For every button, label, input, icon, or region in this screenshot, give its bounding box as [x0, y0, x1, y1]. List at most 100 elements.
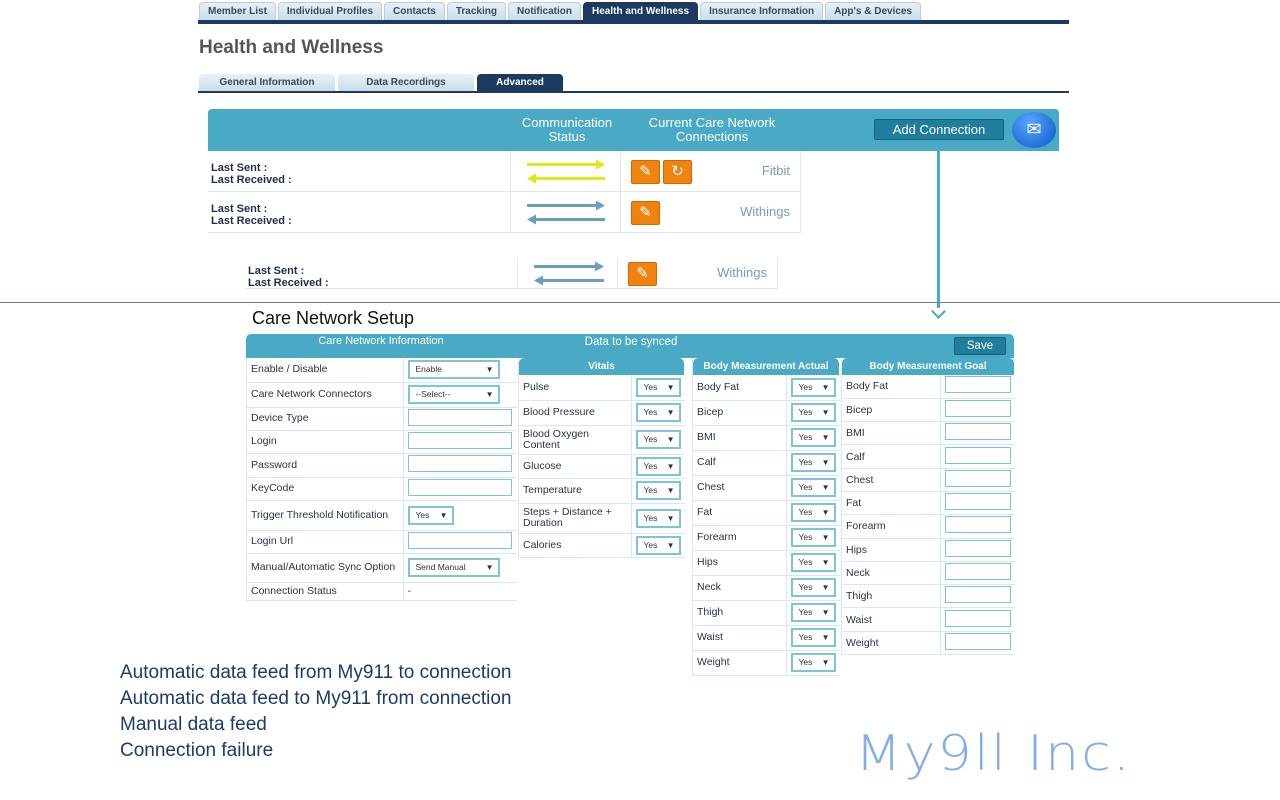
goal-value-cell [940, 421, 1015, 446]
sync-row: Forearm Yes [693, 525, 840, 551]
connection-cell: ✎ Withings [621, 192, 801, 232]
goal-label: Neck [842, 561, 941, 586]
pencil-icon[interactable]: ✎ [628, 261, 657, 286]
sync-label: Body Fat [693, 375, 787, 401]
text-input[interactable] [407, 478, 512, 496]
subtab-2[interactable]: Advanced [477, 74, 563, 92]
field-value-cell: - [403, 582, 517, 601]
tab-0[interactable]: Member List [199, 2, 276, 21]
legend-label: Connection failure [120, 740, 274, 761]
goal-input[interactable] [944, 469, 1011, 487]
goal-label: Body Fat [842, 375, 941, 399]
pencil-icon[interactable]: ✎ [631, 200, 660, 225]
yes-no-dropdown[interactable]: Yes [635, 481, 681, 500]
field-value-cell [403, 407, 517, 431]
connector-line [937, 140, 940, 308]
tab-5[interactable]: Health and Wellness [582, 2, 699, 21]
refresh-icon[interactable]: ↻ [663, 159, 692, 184]
goal-input[interactable] [944, 493, 1011, 511]
comm-status-arrows [511, 192, 621, 232]
yes-no-dropdown[interactable]: Yes [790, 553, 836, 572]
text-input[interactable] [407, 455, 512, 472]
connection-row: Last Sent : Last Received : ✎ Withings [208, 192, 801, 233]
goal-value-cell [940, 584, 1015, 609]
yes-no-dropdown[interactable]: Yes [635, 430, 681, 449]
sync-value-cell: Yes [786, 400, 840, 426]
yes-no-dropdown[interactable]: Yes [635, 535, 681, 555]
sync-value-cell: Yes [786, 500, 840, 526]
dropdown[interactable]: --Select-- [407, 385, 500, 404]
goal-input[interactable] [944, 376, 1011, 394]
envelope-icon[interactable]: ✉ [1012, 112, 1056, 148]
info-row: Care Network Connectors --Select-- [247, 382, 517, 408]
last-sent-label: Last Sent : [211, 203, 268, 215]
goal-input[interactable] [944, 446, 1011, 464]
goal-input[interactable] [944, 423, 1011, 441]
sync-label: Calories [519, 533, 632, 558]
yes-no-dropdown[interactable]: Yes [635, 456, 681, 476]
yes-no-dropdown[interactable]: Yes [790, 453, 836, 472]
yes-no-dropdown[interactable]: Yes [635, 403, 681, 422]
subtab-0[interactable]: General Information [199, 74, 335, 92]
goal-input[interactable] [944, 399, 1011, 417]
subtab-1[interactable]: Data Recordings [338, 74, 474, 92]
field-label: Enable / Disable [247, 358, 404, 383]
goal-input[interactable] [944, 563, 1011, 581]
yes-no-dropdown[interactable]: Yes [790, 528, 836, 547]
goal-value-cell [940, 561, 1015, 586]
sync-value-cell: Yes [631, 425, 685, 455]
yes-no-dropdown[interactable]: Yes [790, 377, 836, 397]
tab-6[interactable]: Insurance Information [700, 2, 824, 21]
legend-label: Automatic data feed to My911 from connec… [120, 688, 512, 709]
yes-no-dropdown[interactable]: Yes [790, 628, 836, 647]
info-row: Connection Status - [247, 582, 517, 601]
tab-4[interactable]: Notification [507, 2, 581, 21]
info-table: Enable / DisableEnableCare Network Conne… [246, 358, 517, 601]
text-input[interactable] [407, 408, 512, 426]
yes-no-dropdown[interactable]: Yes [790, 603, 836, 622]
yes-no-dropdown[interactable]: Yes [790, 478, 836, 497]
sync-row: BMI Yes [693, 425, 840, 451]
sync-row: Blood Pressure Yes [519, 400, 685, 426]
text-input[interactable] [407, 431, 512, 449]
tab-2[interactable]: Contacts [384, 2, 445, 21]
device-name[interactable]: Withings [717, 265, 767, 280]
sync-value-cell: Yes [786, 575, 840, 601]
yes-no-dropdown[interactable]: Yes [635, 508, 681, 528]
goal-input[interactable] [944, 609, 1011, 627]
dropdown[interactable]: Enable [407, 360, 500, 380]
dropdown[interactable]: Send Manual [407, 558, 500, 577]
sync-value-cell: Yes [786, 650, 840, 676]
field-value-cell: Enable [403, 358, 517, 383]
goal-row: BMI [842, 421, 1015, 446]
yes-no-dropdown[interactable]: Yes [790, 503, 836, 522]
yes-no-dropdown[interactable]: Yes [790, 428, 836, 447]
tab-1[interactable]: Individual Profiles [277, 2, 383, 21]
device-name[interactable]: Fitbit [762, 163, 790, 178]
save-button[interactable]: Save [954, 337, 1006, 355]
goal-input[interactable] [944, 539, 1011, 557]
connections-header: Communication Status Current Care Networ… [208, 109, 1059, 151]
sync-value-cell: Yes [786, 425, 840, 451]
text-input[interactable] [407, 531, 512, 549]
goal-input[interactable] [944, 516, 1011, 534]
actual-table: Body Measurement Actual Body FatYesBicep… [692, 358, 840, 676]
yes-no-dropdown[interactable]: Yes [790, 403, 836, 422]
yes-no-dropdown[interactable]: Yes [790, 653, 836, 672]
pencil-icon[interactable]: ✎ [631, 159, 660, 184]
status-value: - [407, 585, 412, 597]
goal-input[interactable] [944, 586, 1011, 604]
vitals-heading: Vitals [519, 358, 684, 375]
device-name[interactable]: Withings [740, 204, 790, 219]
tab-3[interactable]: Tracking [446, 2, 506, 21]
info-row: KeyCode [247, 477, 517, 501]
dropdown[interactable]: Yes [407, 505, 454, 525]
add-connection-button[interactable]: Add Connection [874, 119, 1004, 140]
yes-no-dropdown[interactable]: Yes [635, 377, 681, 397]
sync-row: Thigh Yes [693, 600, 840, 626]
yes-no-dropdown[interactable]: Yes [790, 578, 836, 597]
tab-7[interactable]: App's & Devices [825, 2, 922, 21]
goal-input[interactable] [944, 632, 1011, 650]
goal-row: Weight [842, 631, 1015, 656]
sync-label: Pulse [519, 375, 632, 401]
